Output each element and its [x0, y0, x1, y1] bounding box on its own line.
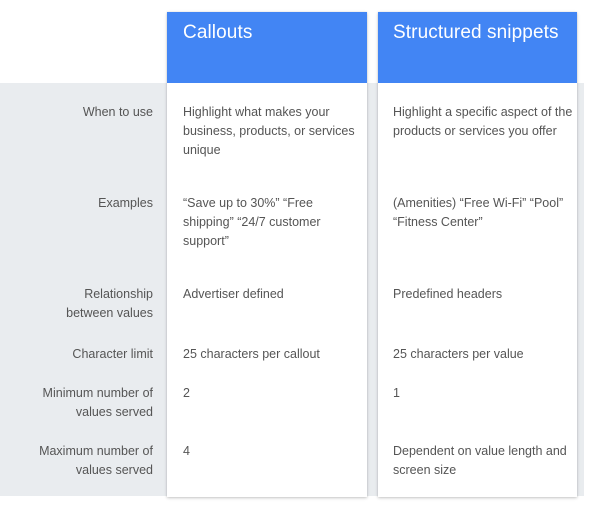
cell-callouts-when-to-use: Highlight what makes your business, prod…: [183, 105, 355, 157]
cell-callouts-character-limit: 25 characters per callout: [183, 347, 320, 361]
cell-snippets-maximum-values: Dependent on value length and screen siz…: [393, 444, 567, 477]
structured-snippets-column-header: Structured snippets: [378, 12, 577, 83]
cell-callouts-examples: “Save up to 30%” “Free shipping” “24/7 c…: [183, 196, 321, 248]
cell-snippets-character-limit: 25 characters per value: [393, 347, 524, 361]
row-label-when-to-use: When to use: [82, 105, 153, 119]
cell-callouts-relationship: Advertiser defined: [183, 287, 284, 301]
callouts-column-header: Callouts: [167, 12, 367, 83]
row-label-relationship: Relationship between values: [66, 287, 153, 320]
structured-snippets-column-card: Structured snippets: [378, 12, 577, 497]
cell-snippets-minimum-values: 1: [393, 386, 400, 400]
row-label-character-limit: Character limit: [72, 347, 153, 361]
row-label-minimum-values: Minimum number of values served: [42, 386, 153, 419]
row-label-maximum-values: Maximum number of values served: [39, 444, 153, 477]
cell-snippets-when-to-use: Highlight a specific aspect of the produ…: [393, 105, 573, 138]
callouts-column-card: Callouts: [167, 12, 367, 497]
cell-snippets-examples: (Amenities) “Free Wi-Fi” “Pool” “Fitness…: [393, 196, 564, 229]
cell-snippets-relationship: Predefined headers: [393, 287, 503, 301]
cell-callouts-minimum-values: 2: [183, 386, 190, 400]
row-label-examples: Examples: [98, 196, 153, 210]
cell-callouts-maximum-values: 4: [183, 444, 190, 458]
